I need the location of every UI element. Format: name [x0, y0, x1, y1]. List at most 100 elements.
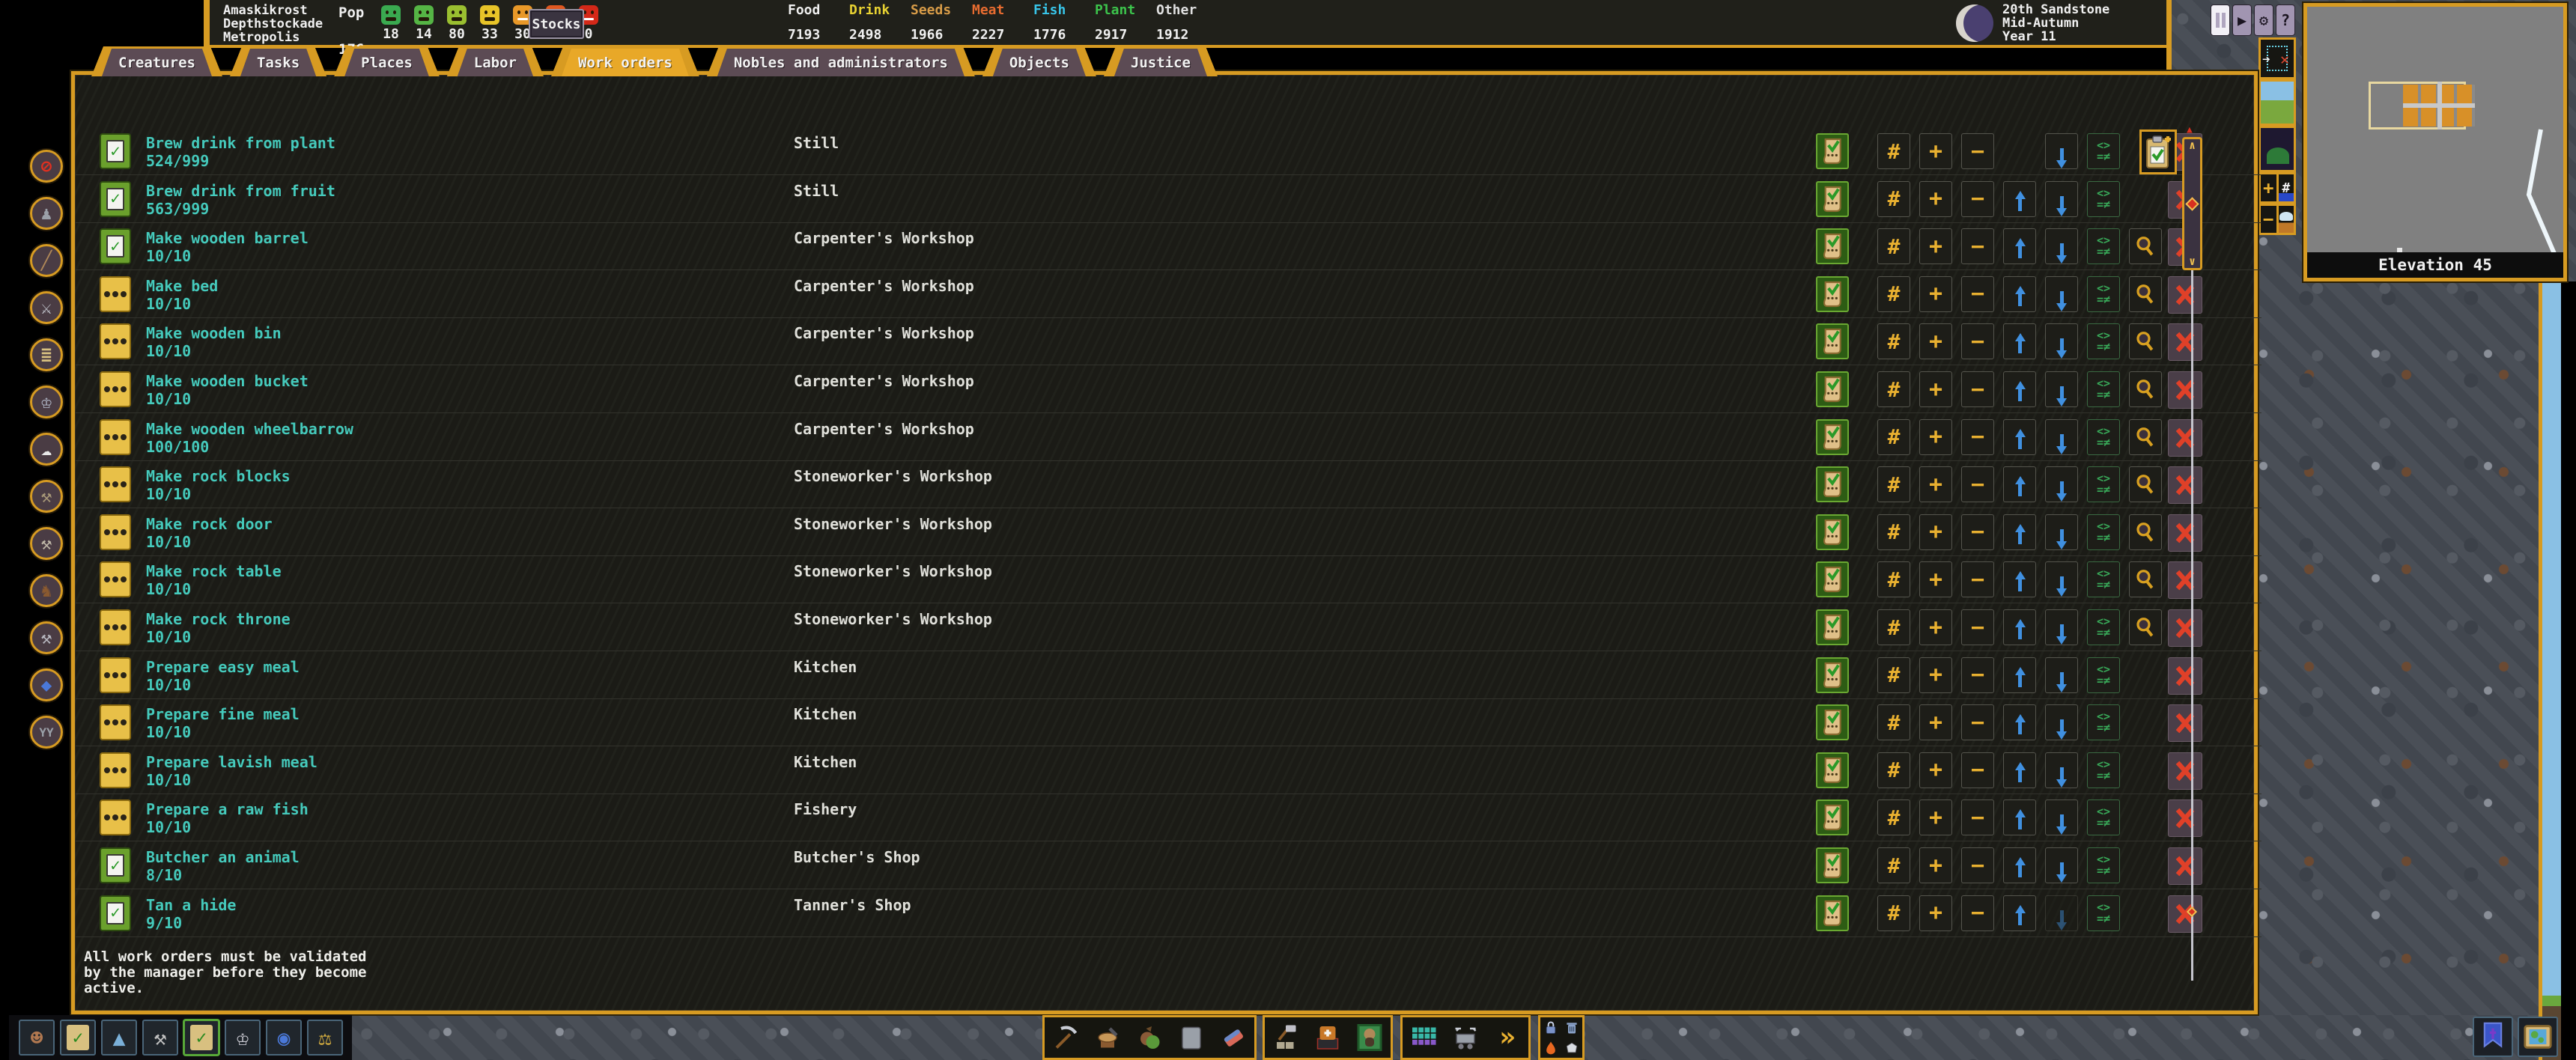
order-conditions-button[interactable]: <> =≠ [2087, 561, 2120, 597]
increase-quantity-button[interactable]: + [1919, 752, 1952, 788]
set-quantity-button[interactable]: # [1877, 561, 1910, 597]
order-status-checkbox[interactable]: ✓ [100, 799, 131, 835]
decrease-quantity-button[interactable]: − [1961, 561, 1994, 597]
order-details-button[interactable] [1816, 181, 1849, 217]
set-quantity-button[interactable]: # [1877, 752, 1910, 788]
order-details-button[interactable] [1816, 228, 1849, 264]
move-order-down-button[interactable] [2045, 466, 2078, 502]
set-quantity-button[interactable]: # [1877, 371, 1910, 407]
remove-order-button[interactable] [2168, 323, 2202, 361]
order-status-checkbox[interactable]: ✓ [100, 371, 131, 407]
set-quantity-button[interactable]: # [1877, 419, 1910, 455]
order-details-button[interactable] [1816, 561, 1849, 597]
move-order-up-button[interactable] [2003, 371, 2036, 407]
forbid-lock-button[interactable] [1540, 1017, 1561, 1038]
sidebar-forbid-button[interactable]: ⊘ [30, 150, 63, 183]
increase-quantity-button[interactable]: + [1919, 323, 1952, 359]
build-structure-button[interactable] [1265, 1017, 1307, 1058]
set-quantity-button[interactable]: # [1877, 704, 1910, 740]
remove-order-button[interactable] [2168, 895, 2202, 933]
move-order-down-button[interactable] [2045, 799, 2078, 835]
order-details-button[interactable] [1816, 799, 1849, 835]
workshop-profile-button[interactable] [2129, 419, 2162, 455]
increase-quantity-button[interactable]: + [1919, 895, 1952, 931]
remove-order-button[interactable] [2168, 371, 2202, 409]
increase-quantity-button[interactable]: + [1919, 419, 1952, 455]
order-details-button[interactable] [1816, 514, 1849, 550]
order-details-button[interactable] [1816, 466, 1849, 502]
order-conditions-button[interactable]: <> =≠ [2087, 181, 2120, 217]
decrease-quantity-button[interactable]: − [1961, 371, 1994, 407]
remove-order-button[interactable] [2168, 561, 2202, 599]
move-order-down-button[interactable] [2045, 752, 2078, 788]
erase-designation-button[interactable] [1212, 1017, 1254, 1058]
workshop-profile-button[interactable] [2129, 323, 2162, 359]
scroll-up-arrow[interactable]: ▲ [2187, 124, 2193, 135]
order-conditions-button[interactable]: <> =≠ [2087, 799, 2120, 835]
move-order-down-button[interactable] [2045, 276, 2078, 312]
increase-quantity-button[interactable]: + [1919, 704, 1952, 740]
more-options-button[interactable]: » [1486, 1017, 1528, 1058]
move-order-down-button[interactable] [2045, 514, 2078, 550]
order-conditions-button[interactable]: <> =≠ [2087, 466, 2120, 502]
order-status-checkbox[interactable]: ✓ [100, 609, 131, 645]
play-button[interactable]: ▶ [2232, 4, 2252, 36]
order-conditions-button[interactable]: <> =≠ [2087, 847, 2120, 883]
move-order-down-button[interactable] [2045, 609, 2078, 645]
remove-order-button[interactable] [2168, 752, 2202, 790]
set-quantity-button[interactable]: # [1877, 323, 1910, 359]
smooth-stone-button[interactable] [1170, 1017, 1212, 1058]
remove-order-button[interactable] [2168, 466, 2202, 504]
workshop-profile-button[interactable] [2129, 609, 2162, 645]
move-order-down-button[interactable] [2045, 895, 2078, 931]
decrease-quantity-button[interactable]: − [1961, 609, 1994, 645]
decrease-quantity-button[interactable]: − [1961, 228, 1994, 264]
order-details-button[interactable] [1816, 609, 1849, 645]
move-order-up-button[interactable] [2003, 419, 2036, 455]
help-button[interactable]: ? [2276, 4, 2295, 36]
order-details-button[interactable] [1816, 276, 1849, 312]
fire-marker-button[interactable] [1540, 1038, 1561, 1058]
order-conditions-button[interactable]: <> =≠ [2087, 323, 2120, 359]
order-conditions-button[interactable]: <> =≠ [2087, 371, 2120, 407]
increase-quantity-button[interactable]: + [1919, 276, 1952, 312]
claim-stone-button[interactable] [1561, 1038, 1582, 1058]
remove-order-button[interactable] [2168, 419, 2202, 457]
remove-order-button[interactable] [2168, 847, 2202, 885]
cavern-view-button[interactable] [2258, 126, 2296, 172]
move-order-down-button[interactable] [2045, 561, 2078, 597]
move-order-up-button[interactable] [2003, 895, 2036, 931]
order-details-button[interactable] [1816, 847, 1849, 883]
increase-quantity-button[interactable]: + [1919, 609, 1952, 645]
order-conditions-button[interactable]: <> =≠ [2087, 895, 2120, 931]
sidebar-military-button[interactable]: ⚔ [30, 291, 63, 324]
toolbar-citizens-button[interactable]: ☻ [19, 1020, 55, 1056]
decrease-quantity-button[interactable]: − [1961, 752, 1994, 788]
order-status-checkbox[interactable]: ✓ [100, 561, 131, 597]
set-quantity-button[interactable]: # [1877, 133, 1910, 169]
move-order-up-button[interactable] [2003, 181, 2036, 217]
move-order-down-button[interactable] [2045, 847, 2078, 883]
remove-order-button[interactable] [2168, 514, 2202, 552]
decrease-quantity-button[interactable]: − [1961, 419, 1994, 455]
increase-quantity-button[interactable]: + [1919, 514, 1952, 550]
order-details-button[interactable] [1816, 704, 1849, 740]
order-status-checkbox[interactable]: ✓ [100, 657, 131, 693]
toolbar-justice-button[interactable]: ⚖ [307, 1020, 343, 1056]
tab-work-orders[interactable]: Work orders [551, 46, 699, 76]
move-order-up-button[interactable] [2003, 657, 2036, 693]
sidebar-weather-cloud-button[interactable]: ☁ [30, 433, 63, 466]
move-order-up-button[interactable] [2003, 847, 2036, 883]
set-quantity-button[interactable]: # [1877, 514, 1910, 550]
decrease-quantity-button[interactable]: − [1961, 133, 1994, 169]
dump-trash-button[interactable] [1561, 1017, 1582, 1038]
order-details-button[interactable] [1816, 419, 1849, 455]
sidebar-livestock-button[interactable]: ♞ [30, 574, 63, 607]
move-order-up-button[interactable] [2003, 609, 2036, 645]
order-status-checkbox[interactable]: ✓ [100, 181, 131, 217]
order-details-button[interactable] [1816, 323, 1849, 359]
toolbar-nobles-button[interactable]: ♔ [225, 1020, 261, 1056]
order-status-checkbox[interactable]: ✓ [100, 323, 131, 359]
decrease-quantity-button[interactable]: − [1961, 895, 1994, 931]
set-quantity-button[interactable]: # [1877, 276, 1910, 312]
